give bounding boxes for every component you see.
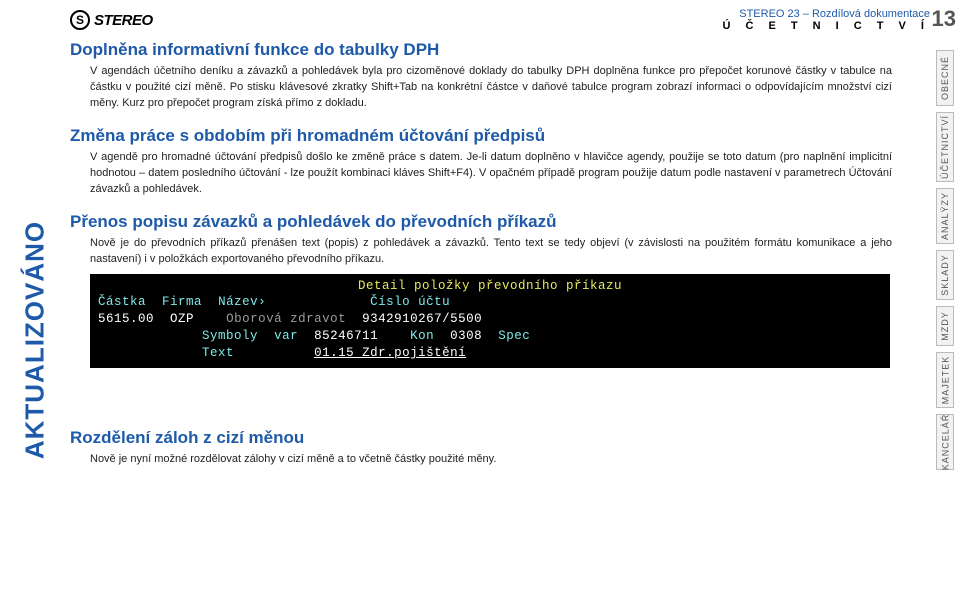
- term-h-firma: Firma: [162, 295, 202, 309]
- right-tab-účetnictví[interactable]: ÚČETNICTVÍ: [936, 112, 954, 182]
- right-tab-majetek[interactable]: MAJETEK: [936, 352, 954, 408]
- header-right: STEREO 23 – Rozdílová dokumentace Ú Č E …: [722, 8, 930, 32]
- term-firm: OZP: [170, 312, 194, 326]
- term-h-castka: Částka: [98, 295, 146, 309]
- terminal-screenshot: Detail položky převodního příkazu Částka…: [90, 274, 890, 368]
- right-tab-label: OBECNÉ: [940, 56, 950, 100]
- term-text-val: 01.15 Zdr.pojištění: [314, 346, 466, 360]
- section-3-heading: Přenos popisu závazků a pohledávek do př…: [70, 212, 930, 232]
- term-text-lbl: Text: [202, 346, 234, 360]
- left-vertical-label: AKTUALIZOVÁNO: [20, 50, 50, 585]
- section-3-body: Nově je do převodních příkazů přenášen t…: [70, 236, 930, 268]
- logo-text: STEREO: [94, 12, 153, 29]
- right-tab-analýzy[interactable]: ANALÝZY: [936, 188, 954, 244]
- section-2-body: V agendě pro hromadné účtování předpisů …: [70, 150, 930, 198]
- term-kon: 0308: [450, 329, 482, 343]
- term-name: Oborová zdravot: [226, 312, 346, 326]
- right-tab-label: MAJETEK: [940, 356, 950, 405]
- right-tab-label: ÚČETNICTVÍ: [940, 115, 950, 179]
- term-symboly: Symboly: [202, 329, 258, 343]
- term-title: Detail položky převodního příkazu: [358, 279, 622, 293]
- section-1-body: V agendách účetního deníku a závazků a p…: [70, 64, 930, 112]
- right-tabs: OBECNÉ ÚČETNICTVÍ ANALÝZY SKLADY MZDY MAJETEK…: [936, 50, 954, 476]
- right-tab-mzdy[interactable]: MZDY: [936, 306, 954, 346]
- section-2-heading: Změna práce s obdobím při hromadném účto…: [70, 126, 930, 146]
- right-tab-label: MZDY: [940, 311, 950, 341]
- term-var-lbl: var: [274, 329, 298, 343]
- term-acct: 9342910267/5500: [362, 312, 482, 326]
- term-spec-lbl: Spec: [498, 329, 530, 343]
- section-1-heading: Doplněna informativní funkce do tabulky …: [70, 40, 930, 60]
- term-amount: 5615.00: [98, 312, 154, 326]
- right-tab-kancelář[interactable]: KANCELÁŘ: [936, 414, 954, 470]
- term-var: 85246711: [314, 329, 378, 343]
- page-number: 13: [932, 6, 956, 32]
- right-tab-obecné[interactable]: OBECNÉ: [936, 50, 954, 106]
- doc-section: Ú Č E T N I C T V Í: [722, 20, 930, 32]
- logo: S STEREO: [70, 10, 153, 30]
- right-tab-label: ANALÝZY: [940, 192, 950, 240]
- term-h-nazev: Název›: [218, 295, 266, 309]
- aktualizovano-label: AKTUALIZOVÁNO: [20, 221, 51, 459]
- right-tab-label: KANCELÁŘ: [940, 414, 950, 471]
- right-tab-label: SKLADY: [940, 254, 950, 296]
- section-4-body: Nově je nyní možné rozdělovat zálohy v c…: [70, 452, 930, 468]
- logo-icon: S: [70, 10, 90, 30]
- doc-title: STEREO 23 – Rozdílová dokumentace: [722, 8, 930, 20]
- right-tab-sklady[interactable]: SKLADY: [936, 250, 954, 300]
- term-kon-lbl: Kon: [410, 329, 434, 343]
- term-h-ucet: Číslo účtu: [370, 295, 450, 309]
- section-4-heading: Rozdělení záloh z cizí měnou: [70, 428, 930, 448]
